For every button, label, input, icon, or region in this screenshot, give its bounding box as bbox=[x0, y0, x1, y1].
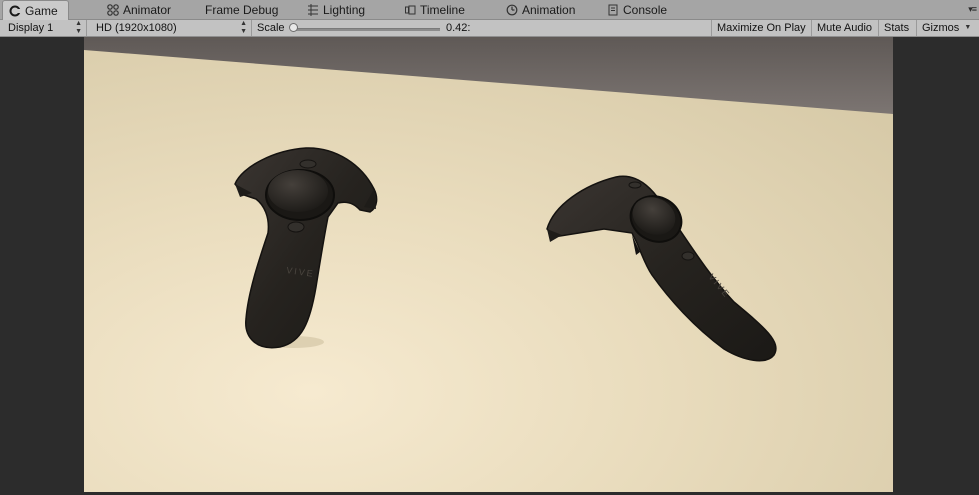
tab-label: Animator bbox=[123, 3, 172, 17]
scale-value: 0.42: bbox=[446, 22, 471, 34]
tab-label: Frame Debug bbox=[205, 3, 279, 17]
chevron-down-icon: ▼ bbox=[964, 24, 972, 31]
tab-frame-debug[interactable]: Frame Debug bbox=[205, 0, 278, 20]
tab-timeline[interactable]: Timeline bbox=[404, 0, 465, 20]
dropdown-arrows-icon: ▲ ▼ bbox=[240, 20, 247, 35]
tab-animator[interactable]: Animator bbox=[107, 0, 171, 20]
back-wall bbox=[84, 37, 893, 492]
lighting-icon bbox=[308, 4, 318, 16]
dropdown-arrows-icon: ▲ ▼ bbox=[75, 20, 82, 35]
stats-button[interactable]: Stats bbox=[878, 20, 914, 36]
resolution-dropdown[interactable]: HD (1920x1080) ▲ ▼ bbox=[88, 20, 252, 36]
scene-render: VIVE VIVE bbox=[84, 37, 893, 492]
tab-label: Game bbox=[25, 4, 58, 18]
resolution-dropdown-value: HD (1920x1080) bbox=[96, 22, 177, 34]
scale-label: Scale bbox=[257, 22, 285, 34]
tab-game[interactable]: Game bbox=[2, 0, 69, 21]
tab-label: Animation bbox=[522, 3, 576, 17]
scale-slider-track[interactable] bbox=[294, 28, 440, 31]
game-viewport[interactable]: VIVE VIVE bbox=[84, 37, 893, 492]
game-icon bbox=[9, 5, 21, 17]
maximize-on-play-button[interactable]: Maximize On Play bbox=[711, 20, 811, 36]
tab-label: Lighting bbox=[323, 3, 366, 17]
tab-animation[interactable]: Animation bbox=[506, 0, 575, 20]
game-view-toolbar: Display 1 ▲ ▼ HD (1920x1080) ▲ ▼ Scale 0.4… bbox=[0, 20, 979, 37]
gizmos-dropdown[interactable]: Gizmos ▼ bbox=[916, 20, 975, 36]
letterbox-left bbox=[0, 37, 84, 495]
letterbox-right bbox=[893, 37, 979, 495]
console-icon bbox=[608, 4, 618, 16]
animator-icon bbox=[107, 4, 119, 16]
tab-console[interactable]: Console bbox=[607, 0, 667, 20]
mute-audio-button[interactable]: Mute Audio bbox=[811, 20, 877, 36]
tab-label: Timeline bbox=[420, 3, 465, 17]
scale-slider-thumb[interactable] bbox=[289, 23, 298, 32]
panel-menu-icon[interactable]: ▾≡ bbox=[968, 4, 977, 15]
gizmos-label: Gizmos bbox=[922, 22, 960, 34]
animation-icon bbox=[506, 4, 518, 16]
timeline-icon bbox=[405, 5, 416, 15]
display-dropdown[interactable]: Display 1 ▲ ▼ bbox=[0, 20, 87, 36]
editor-tab-bar: Game Animator Frame Debug Lighting Timel… bbox=[0, 0, 979, 21]
tab-label: Console bbox=[623, 3, 668, 17]
tab-lighting[interactable]: Lighting bbox=[307, 0, 365, 20]
display-dropdown-value: Display 1 bbox=[8, 22, 54, 34]
